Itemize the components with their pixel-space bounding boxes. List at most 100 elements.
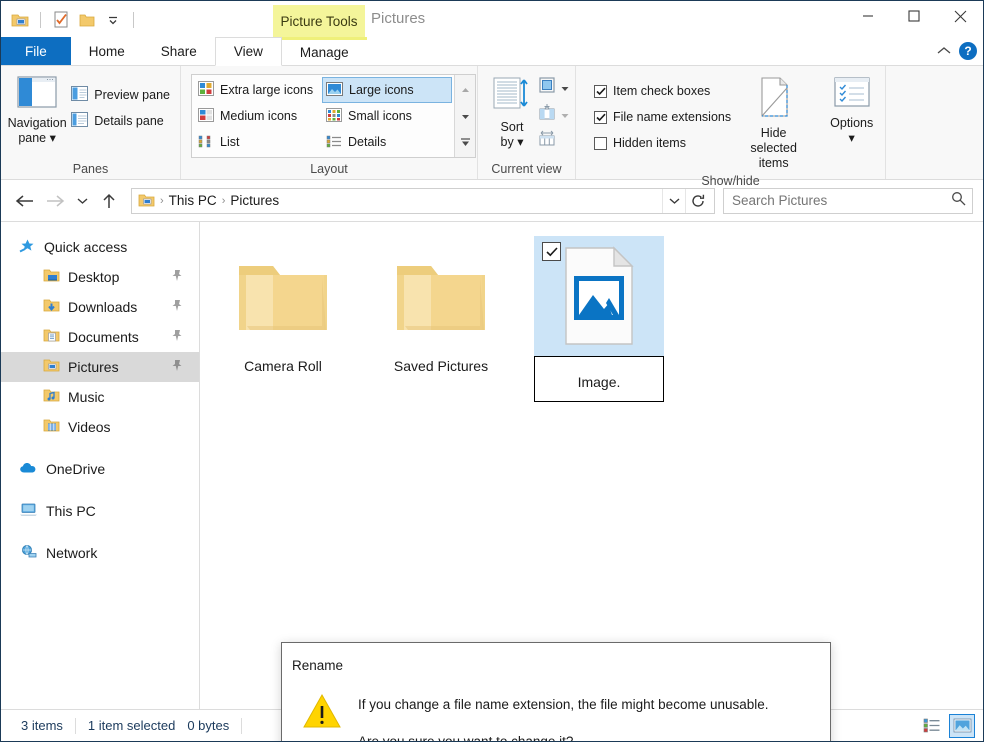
search-input[interactable] <box>730 192 951 209</box>
item-check-boxes-checkbox[interactable] <box>594 84 607 98</box>
tab-home[interactable]: Home <box>71 37 143 65</box>
options-button[interactable]: Options ▾ <box>824 72 879 146</box>
quick-access-toolbar <box>1 1 139 35</box>
file-item-image[interactable] <box>534 236 664 402</box>
layout-large-icons[interactable]: Large icons <box>322 77 452 103</box>
search-icon[interactable] <box>951 191 966 211</box>
item-check-boxes-option[interactable]: Item check boxes <box>590 78 739 104</box>
desktop-folder-icon <box>43 268 60 286</box>
item-check-boxes-label: Item check boxes <box>613 84 711 98</box>
ribbon-controls: ? <box>937 37 977 65</box>
hidden-items-option[interactable]: Hidden items <box>590 130 739 156</box>
options-caret-icon[interactable]: ▾ <box>849 131 855 146</box>
file-item-camera-roll[interactable]: Camera Roll <box>218 236 348 402</box>
sidebar-item-quick-access[interactable]: Quick access <box>1 232 199 262</box>
ribbon-group-label-layout: Layout <box>310 162 348 176</box>
sidebar-item-documents[interactable]: Documents <box>1 322 199 352</box>
gallery-scroll-up-icon[interactable] <box>461 80 470 98</box>
sidebar-item-pictures[interactable]: Pictures <box>1 352 199 382</box>
add-columns-button[interactable] <box>538 76 569 99</box>
layout-small-icons-label: Small icons <box>348 109 412 123</box>
breadcrumb-bar[interactable]: › This PC › Pictures <box>131 187 715 214</box>
ribbon: Navigation pane ▾ Preview pane Details p… <box>1 66 983 188</box>
file-item-saved-pictures[interactable]: Saved Pictures <box>376 236 506 402</box>
pin-icon[interactable] <box>171 359 183 375</box>
breadcrumb-pictures[interactable]: Pictures <box>226 193 283 208</box>
navigation-pane-button[interactable]: Navigation pane ▾ <box>7 72 67 146</box>
tab-file[interactable]: File <box>1 37 71 65</box>
layout-details[interactable]: Details <box>322 129 452 155</box>
item-checkbox[interactable] <box>542 242 561 261</box>
close-button[interactable] <box>937 1 983 31</box>
hidden-items-checkbox[interactable] <box>594 136 607 150</box>
warning-icon <box>302 693 342 741</box>
details-view-button[interactable] <box>919 714 945 738</box>
size-columns-caret-icon[interactable] <box>561 106 569 124</box>
recent-locations-button[interactable] <box>71 187 93 215</box>
sort-by-caret-icon[interactable]: ▾ <box>517 135 523 149</box>
sidebar-gap-1 <box>1 442 199 454</box>
maximize-button[interactable] <box>891 1 937 31</box>
layout-medium-icons[interactable]: Medium icons <box>194 103 322 129</box>
ribbon-group-layout: Extra large icons Large icons Medium ico… <box>181 66 478 179</box>
layout-list[interactable]: List <box>194 129 322 155</box>
help-icon[interactable]: ? <box>959 42 977 60</box>
ribbon-group-panes: Navigation pane ▾ Preview pane Details p… <box>1 66 181 179</box>
navigation-pane-caret-icon[interactable]: ▾ <box>50 131 56 145</box>
add-columns-caret-icon[interactable] <box>561 79 569 97</box>
music-folder-icon <box>43 388 60 406</box>
tab-manage[interactable]: Manage <box>281 37 367 65</box>
pin-icon[interactable] <box>171 269 183 285</box>
tab-view[interactable]: View <box>214 37 282 66</box>
sidebar-label-network: Network <box>46 545 98 561</box>
hide-selected-items-button[interactable]: Hide selected items <box>739 72 808 171</box>
sidebar-label-pictures: Pictures <box>68 359 119 375</box>
forward-button[interactable] <box>41 187 69 215</box>
sort-by-button[interactable]: Sort by ▾ <box>486 72 538 150</box>
customize-dropdown-icon[interactable] <box>102 9 124 31</box>
layout-small-icons[interactable]: Small icons <box>322 103 452 129</box>
file-name-extensions-option[interactable]: File name extensions <box>590 104 739 130</box>
star-icon <box>19 238 36 257</box>
sidebar-item-onedrive[interactable]: OneDrive <box>1 454 199 484</box>
up-button[interactable] <box>95 187 123 215</box>
layout-gallery-scroll[interactable] <box>454 75 475 157</box>
large-icons-view-button[interactable] <box>949 713 975 738</box>
medium-icons-icon <box>198 107 214 125</box>
pictures-folder-icon[interactable] <box>9 9 31 31</box>
sidebar-item-music[interactable]: Music <box>1 382 199 412</box>
new-folder-icon[interactable] <box>76 9 98 31</box>
minimize-button[interactable] <box>845 1 891 31</box>
sidebar-item-network[interactable]: Network <box>1 538 199 568</box>
layout-extra-large-icons[interactable]: Extra large icons <box>194 77 322 103</box>
preview-pane-button[interactable]: Preview pane <box>67 82 174 108</box>
file-name-extensions-checkbox[interactable] <box>594 110 607 124</box>
details-pane-button[interactable]: Details pane <box>67 108 174 134</box>
refresh-icon[interactable] <box>685 188 710 213</box>
properties-icon[interactable] <box>50 9 72 31</box>
status-separator-2 <box>241 717 243 734</box>
sidebar-item-videos[interactable]: Videos <box>1 412 199 442</box>
pin-icon[interactable] <box>171 299 183 315</box>
search-box[interactable] <box>723 187 973 214</box>
rename-input[interactable] <box>534 356 664 402</box>
sidebar-item-this-pc[interactable]: This PC <box>1 496 199 526</box>
documents-folder-icon <box>43 328 60 346</box>
preview-pane-label: Preview pane <box>94 88 170 102</box>
size-columns-dropdown[interactable] <box>538 103 569 126</box>
collapse-ribbon-icon[interactable] <box>937 42 951 60</box>
back-button[interactable] <box>11 187 39 215</box>
breadcrumb-this-pc[interactable]: This PC <box>165 193 221 208</box>
sidebar-item-downloads[interactable]: Downloads <box>1 292 199 322</box>
sidebar-item-desktop[interactable]: Desktop <box>1 262 199 292</box>
gallery-scroll-down-icon[interactable] <box>461 107 470 125</box>
size-all-columns-button[interactable] <box>538 130 569 151</box>
extra-large-icons-icon <box>198 81 214 99</box>
preview-pane-icon <box>71 86 89 104</box>
caption-buttons <box>845 1 983 31</box>
tab-share[interactable]: Share <box>143 37 215 65</box>
gallery-expand-icon[interactable] <box>460 134 471 152</box>
pin-icon[interactable] <box>171 329 183 345</box>
address-dropdown-icon[interactable] <box>662 188 685 213</box>
large-icons-icon <box>326 81 343 99</box>
